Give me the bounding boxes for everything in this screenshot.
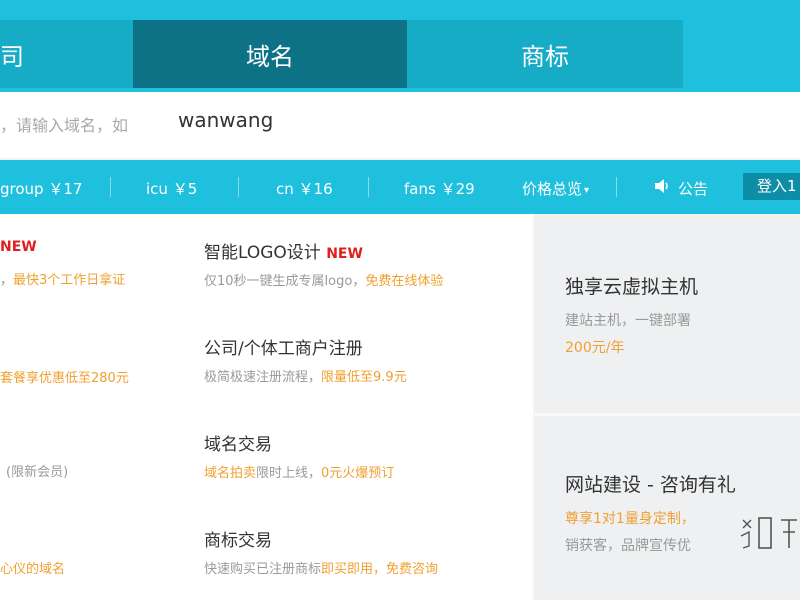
price-item-cn[interactable]: cn ￥16	[276, 178, 333, 199]
service-desc-orange: 即买即用，	[321, 562, 387, 577]
price-separator	[368, 177, 369, 197]
left-item-desc-orange: 最快3个工作日拿证	[13, 273, 126, 288]
service-desc: 快速购买已注册商标即买即用，免费咨询	[204, 558, 438, 577]
tab-trademark-label: 商标	[521, 42, 569, 71]
left-item-promo: 套餐享优惠低至280元	[0, 371, 129, 386]
card-title[interactable]: 独享云虚拟主机	[565, 272, 698, 299]
service-title[interactable]: 公司/个体工商户注册	[204, 334, 363, 359]
left-item-domain-desc: 心仪的域名	[0, 562, 66, 577]
new-badge: NEW	[326, 246, 363, 262]
card-title[interactable]: 网站建设 - 咨询有礼	[565, 470, 736, 497]
service-title-text: 智能LOGO设计	[204, 243, 321, 263]
card-divider	[535, 413, 800, 416]
floating-contact-icon[interactable]	[737, 510, 800, 556]
price-item-group[interactable]: group ￥17	[0, 178, 82, 199]
card-desc: 建站主机，一键部署	[565, 313, 691, 329]
card-desc: 销获客，品牌宣传优	[565, 538, 691, 554]
price-item-icu[interactable]: icu ￥5	[146, 178, 197, 199]
service-desc-orange: 0元火爆预订	[321, 466, 395, 481]
service-desc-orange: 限量低至9.9元	[321, 370, 407, 385]
service-title[interactable]: 智能LOGO设计 NEW	[204, 238, 363, 263]
service-desc-gray: 极简极速注册流程，	[204, 370, 322, 385]
service-desc: 极简极速注册流程，限量低至9.9元	[204, 366, 407, 385]
left-item-desc: ，最快3个工作日拿证	[0, 269, 125, 288]
notice-link[interactable]: 公告	[678, 178, 708, 199]
caret-down-icon: ▾	[584, 185, 590, 196]
price-separator	[110, 177, 111, 197]
service-desc-orange: 域名拍卖	[204, 466, 257, 481]
tab-domain-label: 域名	[246, 42, 294, 71]
card-desc-highlight: 尊享1对1量身定制，	[565, 511, 695, 527]
service-desc-gray: 快速购买已注册商标	[204, 562, 322, 577]
left-item-note: (限新会员)	[6, 465, 69, 480]
service-desc-orange: 免费咨询	[386, 562, 439, 577]
login-button-label: 登入1	[757, 177, 797, 195]
speaker-icon	[655, 179, 668, 193]
price-separator	[238, 177, 239, 197]
login-button[interactable]: 登入1	[743, 173, 800, 200]
service-desc-orange: 免费在线体验	[365, 274, 444, 289]
service-desc: 仅10秒一键生成专属logo，免费在线体验	[204, 270, 443, 289]
search-placeholder: ，请输入域名，如	[0, 116, 129, 135]
tab-company[interactable]: 司	[0, 20, 133, 88]
service-title[interactable]: 域名交易	[204, 430, 272, 455]
tab-company-label: 司	[0, 42, 24, 71]
tab-domain[interactable]: 域名	[133, 20, 407, 88]
price-overview-label: 价格总览	[522, 180, 583, 198]
category-tabs-bar: 司 域名 商标	[0, 0, 800, 92]
domain-search-box[interactable]: ，请输入域名，如 wanwang	[0, 92, 800, 158]
price-overview-link[interactable]: 价格总览 ▾	[522, 178, 589, 199]
service-title[interactable]: 商标交易	[204, 526, 272, 551]
tab-trademark[interactable]: 商标	[407, 20, 683, 88]
left-item-desc-gray: ，	[0, 273, 14, 288]
price-item-fans[interactable]: fans ￥29	[404, 178, 475, 199]
new-badge: NEW	[0, 239, 37, 255]
service-desc: 域名拍卖限时上线，0元火爆预订	[204, 462, 394, 481]
service-desc-gray: 限时上线，	[256, 466, 322, 481]
search-input-value[interactable]: wanwang	[178, 108, 273, 132]
card-price: 200元/年	[565, 340, 625, 356]
service-desc-gray: 仅10秒一键生成专属logo，	[204, 274, 366, 289]
price-separator	[616, 177, 617, 197]
